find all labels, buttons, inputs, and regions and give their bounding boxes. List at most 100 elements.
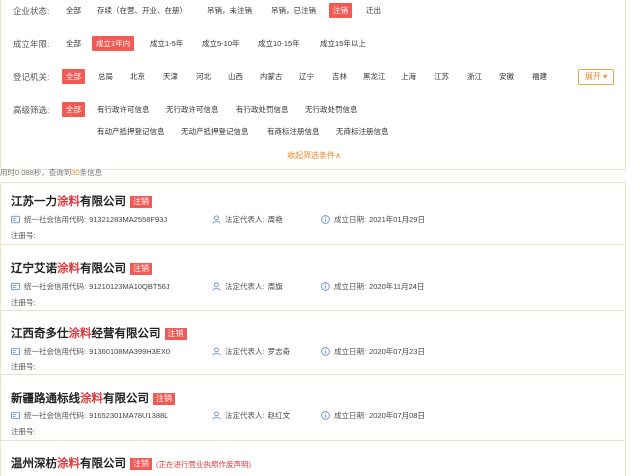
- credit-code-label: 统一社会信用代码:: [24, 282, 87, 291]
- filter-panel: 企业状态: 全部 存续（在营、开业、在册） 吊销，未注销 吊销，已注销 注销 迁…: [0, 0, 626, 170]
- status-badge: 注销: [130, 196, 152, 208]
- region-option-liaoning[interactable]: 辽宁: [295, 69, 318, 84]
- company-name-suffix: 有限公司: [80, 458, 126, 470]
- legal-rep-label: 法定代表人:: [225, 215, 265, 224]
- company-name[interactable]: 温州深枋涂料有限公司 注销 (正在进行营业执照作废声明): [11, 455, 251, 471]
- region-option-jilin[interactable]: 吉林: [328, 69, 351, 84]
- founded-label: 成立日期:: [334, 347, 367, 356]
- status-note: (正在进行营业执照作废声明): [156, 460, 251, 469]
- credit-code-label: 统一社会信用代码:: [24, 411, 87, 420]
- person-icon: [212, 411, 221, 420]
- age-option-all[interactable]: 全部: [62, 36, 85, 51]
- advanced-option-has-license[interactable]: 有行政许可信息: [93, 102, 154, 117]
- advanced-option-has-mortgage[interactable]: 有动产抵押登记信息: [93, 124, 169, 139]
- founded-label: 成立日期:: [334, 215, 367, 224]
- region-option-tianjin[interactable]: 天津: [159, 69, 182, 84]
- filter-label-region: 登记机关:: [13, 72, 50, 82]
- region-option-hebei[interactable]: 河北: [192, 69, 215, 84]
- advanced-option-no-mortgage[interactable]: 无动产抵押登记信息: [177, 124, 253, 139]
- region-option-all[interactable]: 全部: [62, 69, 85, 84]
- founded-field: 成立日期: 2020年11月24日: [321, 281, 424, 292]
- company-name-prefix: 江苏一力: [11, 196, 57, 208]
- company-list: 江苏一力涂料有限公司 注销 统一社会信用代码: 91321283MA2558F93J…: [0, 182, 626, 476]
- age-option-15y-plus[interactable]: 成立15年以上: [316, 36, 370, 51]
- company-card: 江苏一力涂料有限公司 注销 统一社会信用代码: 91321283MA2558F93J…: [1, 183, 625, 245]
- advanced-option-has-trademark[interactable]: 有商标注册信息: [263, 124, 324, 139]
- founded-value: 2020年07月23日: [369, 347, 425, 356]
- region-option-anhui[interactable]: 安徽: [495, 69, 518, 84]
- info-icon: [321, 347, 330, 356]
- company-name[interactable]: 新疆路通标线涂料有限公司 注销: [11, 390, 175, 406]
- company-name-suffix: 经营有限公司: [91, 328, 161, 340]
- legal-rep-label: 法定代表人:: [225, 347, 265, 356]
- founded-label: 成立日期:: [334, 411, 367, 420]
- company-name[interactable]: 江苏一力涂料有限公司 注销: [11, 193, 152, 209]
- advanced-option-no-trademark[interactable]: 无商标注册信息: [332, 124, 393, 139]
- advanced-option-all[interactable]: 全部: [62, 102, 85, 117]
- founded-field: 成立日期: 2021年01月29日: [321, 214, 425, 225]
- filter-label-advanced: 高级筛选:: [13, 105, 50, 115]
- company-name[interactable]: 辽宁艾诺涂料有限公司 注销: [11, 260, 152, 276]
- info-icon: [321, 411, 330, 420]
- result-count-number: 30: [71, 168, 80, 177]
- region-option-neimenggu[interactable]: 内蒙古: [256, 69, 287, 84]
- expand-button[interactable]: 展开 ▾: [578, 69, 614, 85]
- advanced-option-no-license[interactable]: 无行政许可信息: [162, 102, 223, 117]
- region-option-fujian[interactable]: 福建: [528, 69, 551, 84]
- status-badge: 注销: [130, 263, 152, 275]
- legal-rep-field: 法定代表人: 罗志奇: [212, 346, 290, 357]
- legal-rep-value: 罗志奇: [267, 347, 291, 356]
- region-option-jiangsu[interactable]: 江苏: [430, 69, 453, 84]
- credit-code-value: 91321283MA2558F93J: [89, 215, 168, 224]
- collapse-filters-link[interactable]: 收起筛选条件∧: [1, 150, 627, 161]
- company-name-prefix: 辽宁艾诺: [11, 263, 57, 275]
- company-name-highlight: 涂料: [57, 458, 80, 470]
- region-option-shanxi[interactable]: 山西: [224, 69, 247, 84]
- legal-rep-field: 法定代表人: 周艳: [212, 214, 283, 225]
- legal-rep-field: 法定代表人: 赵红文: [212, 410, 290, 421]
- person-icon: [212, 282, 221, 291]
- founded-value: 2021年01月29日: [369, 215, 425, 224]
- credit-code-field: 统一社会信用代码: 91652301MA78U1388L: [11, 410, 168, 421]
- status-option-active[interactable]: 存续（在营、开业、在册）: [93, 3, 191, 18]
- company-name-highlight: 涂料: [68, 328, 92, 340]
- region-option-beijing[interactable]: 北京: [126, 69, 149, 84]
- company-name-prefix: 江西奇多仕: [11, 328, 69, 340]
- age-option-1-5y[interactable]: 成立1-5年: [146, 36, 187, 51]
- company-card: 辽宁艾诺涂料有限公司 注销 统一社会信用代码: 91210123MA10QBT56J…: [1, 245, 625, 311]
- region-option-shanghai[interactable]: 上海: [397, 69, 420, 84]
- status-badge: 注销: [130, 458, 152, 470]
- company-name-suffix: 有限公司: [80, 263, 126, 275]
- credit-code-field: 统一社会信用代码: 91321283MA2558F93J: [11, 214, 167, 225]
- status-option-revoked[interactable]: 吊销，未注销: [203, 3, 256, 18]
- company-name[interactable]: 江西奇多仕涂料经营有限公司 注销: [11, 325, 187, 341]
- region-option-zhejiang[interactable]: 浙江: [463, 69, 486, 84]
- age-option-10-15y[interactable]: 成立10-15年: [254, 36, 304, 51]
- company-card: 江西奇多仕涂料经营有限公司 注销 统一社会信用代码: 91360108MA399H3…: [1, 311, 625, 375]
- result-summary-suffix: 条信息: [79, 168, 103, 177]
- company-name-suffix: 有限公司: [103, 393, 149, 405]
- id-card-icon: [11, 215, 20, 224]
- result-summary-prefix: 用时0.088秒，查询到: [0, 168, 72, 177]
- region-option-zongju[interactable]: 总局: [94, 69, 117, 84]
- id-card-icon: [11, 347, 20, 356]
- age-option-1y[interactable]: 成立1年内: [92, 36, 135, 51]
- founded-value: 2020年07月08日: [369, 411, 425, 420]
- advanced-option-no-penalty[interactable]: 无行政处罚信息: [301, 102, 362, 117]
- company-name-suffix: 有限公司: [80, 196, 126, 208]
- status-option-all[interactable]: 全部: [62, 3, 85, 18]
- credit-code-label: 统一社会信用代码:: [24, 347, 87, 356]
- id-card-icon: [11, 282, 20, 291]
- info-icon: [321, 282, 330, 291]
- company-card: 温州深枋涂料有限公司 注销 (正在进行营业执照作废声明): [1, 441, 625, 476]
- legal-rep-value: 周旗: [267, 282, 283, 291]
- founded-field: 成立日期: 2020年07月23日: [321, 346, 425, 357]
- status-option-cancelled[interactable]: 注销: [329, 3, 352, 18]
- region-option-heilongjiang[interactable]: 黑龙江: [359, 69, 390, 84]
- advanced-option-has-penalty[interactable]: 有行政处罚信息: [232, 102, 293, 117]
- status-option-revoked-cancelled[interactable]: 吊销，已注销: [267, 3, 320, 18]
- company-card: 新疆路通标线涂料有限公司 注销 统一社会信用代码: 91652301MA78U138…: [1, 375, 625, 441]
- status-option-moved[interactable]: 迁出: [362, 3, 385, 18]
- age-option-5-10y[interactable]: 成立5-10年: [198, 36, 244, 51]
- person-icon: [212, 215, 221, 224]
